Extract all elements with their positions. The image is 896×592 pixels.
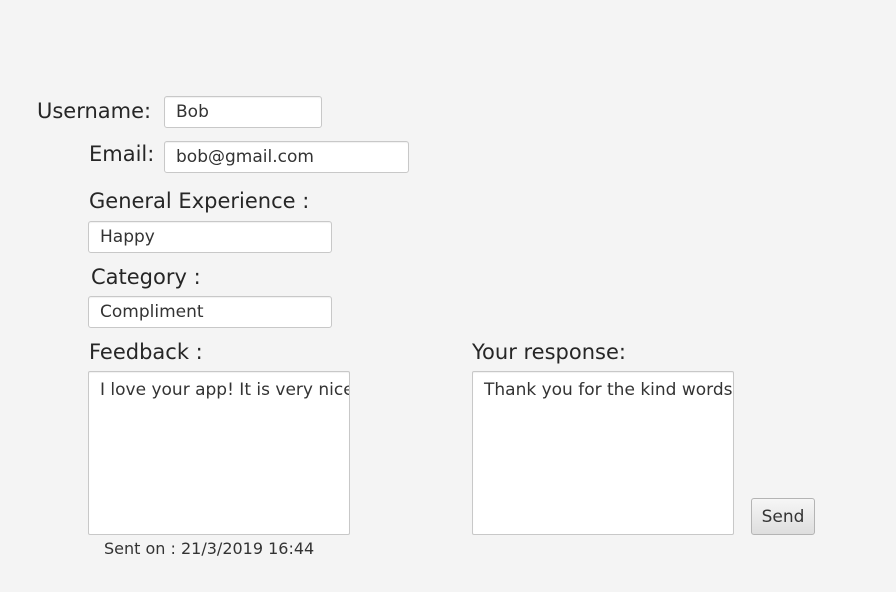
response-textarea[interactable]: Thank you for the kind words!	[472, 371, 734, 535]
email-label: Email:	[89, 142, 155, 166]
category-field[interactable]: Compliment	[88, 296, 332, 328]
your-response-label: Your response:	[472, 340, 626, 364]
sent-on-timestamp: Sent on : 21/3/2019 16:44	[104, 539, 315, 558]
general-experience-label: General Experience :	[89, 189, 310, 213]
feedback-textarea[interactable]: I love your app! It is very nice!	[88, 371, 350, 535]
general-experience-field[interactable]: Happy	[88, 221, 332, 253]
send-button[interactable]: Send	[751, 498, 815, 535]
category-label: Category :	[91, 265, 201, 289]
username-field[interactable]: Bob	[164, 96, 322, 128]
feedback-label: Feedback :	[89, 340, 203, 364]
email-field[interactable]: bob@gmail.com	[164, 141, 409, 173]
username-label: Username:	[37, 99, 152, 123]
